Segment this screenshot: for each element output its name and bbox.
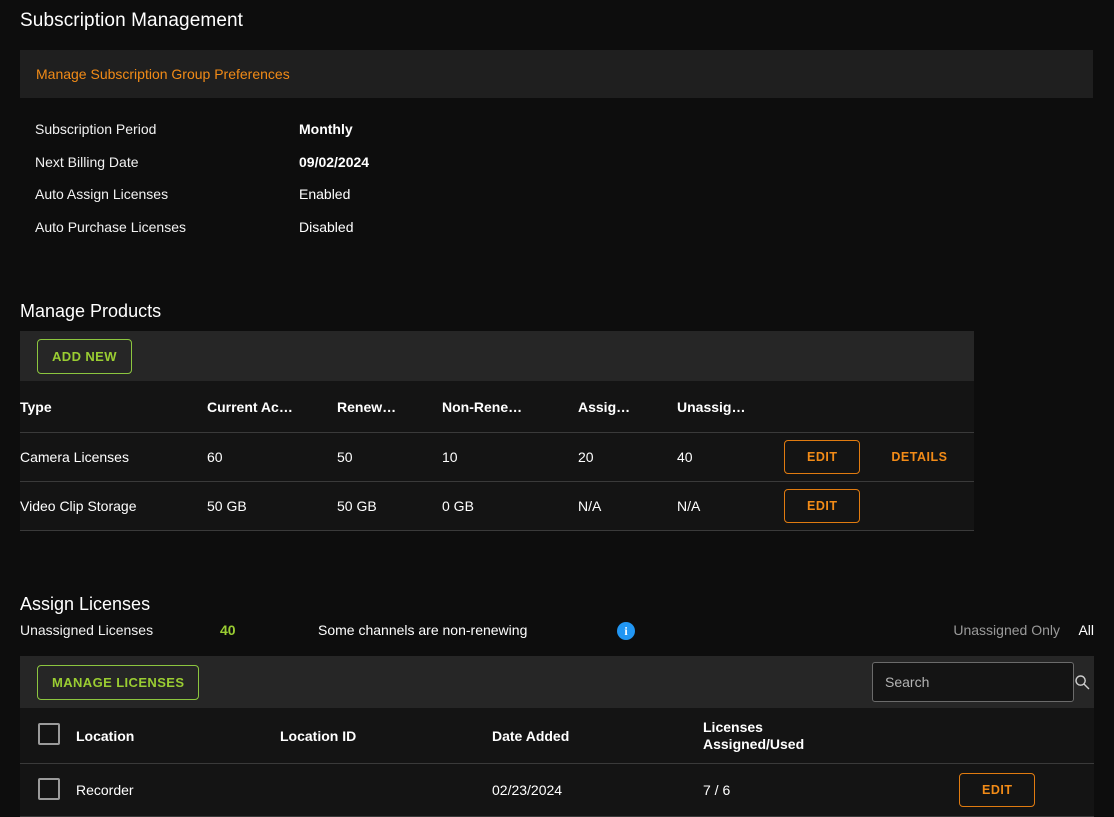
cell-licenses-assigned-used: 7 / 6 (703, 763, 959, 817)
cell-renewing: 50 GB (337, 481, 442, 531)
search-icon[interactable] (1074, 674, 1090, 690)
cell-assigned: N/A (578, 481, 677, 531)
unassigned-licenses-label: Unassigned Licenses (20, 622, 154, 638)
manage-products-toolbar: ADD NEW (20, 331, 974, 381)
cell-assigned: 20 (578, 432, 677, 482)
filter-unassigned-only[interactable]: Unassigned Only (953, 620, 1060, 640)
add-new-button[interactable]: ADD NEW (37, 338, 132, 374)
summary-label: Subscription Period (35, 121, 157, 138)
summary-value: Disabled (299, 218, 354, 235)
assign-licenses-heading: Assign Licenses (20, 594, 151, 614)
assign-licenses-table: Location Location ID Date Added Licenses… (20, 708, 1094, 817)
subscription-management-page: Subscription Management Manage Subscript… (0, 0, 1114, 817)
summary-row-auto-purchase-licenses: Auto Purchase Licenses Disabled (35, 211, 369, 244)
edit-button[interactable]: EDIT (959, 773, 1036, 807)
table-header-row: Type Current Ac… Renew… Non-Rene… Assig…… (20, 381, 974, 433)
summary-row-subscription-period: Subscription Period Monthly (35, 113, 369, 146)
column-header-location-id[interactable]: Location ID (280, 708, 492, 764)
cell-non-renewing: 0 GB (442, 481, 578, 531)
assign-licenses-toolbar: MANAGE LICENSES (20, 656, 1094, 708)
cell-current-active: 60 (207, 432, 337, 482)
non-renewing-note: Some channels are non-renewing (318, 622, 528, 638)
search-box[interactable] (872, 662, 1090, 702)
column-header-actions (959, 708, 1094, 764)
column-header-current-active[interactable]: Current Ac… (207, 381, 337, 433)
cell-non-renewing: 10 (442, 432, 578, 482)
row-checkbox-cell (20, 763, 76, 817)
search-input[interactable] (873, 674, 1074, 690)
select-all-checkbox-cell (20, 708, 76, 764)
filter-all[interactable]: All (1078, 620, 1094, 640)
subscription-summary: Subscription Period Monthly Next Billing… (35, 113, 369, 243)
column-header-non-renewing[interactable]: Non-Rene… (442, 381, 578, 433)
manage-products-heading: Manage Products (20, 301, 162, 321)
cell-current-active: 50 GB (207, 481, 337, 531)
cell-date-added: 02/23/2024 (492, 763, 703, 817)
details-link[interactable]: DETAILS (891, 450, 947, 464)
subscription-preferences-banner: Manage Subscription Group Preferences (20, 50, 1093, 98)
table-row: Recorder 02/23/2024 7 / 6 EDIT (20, 763, 1094, 817)
summary-value: 09/02/2024 (299, 153, 370, 170)
column-header-assigned[interactable]: Assig… (578, 381, 677, 433)
cell-actions: EDIT (784, 481, 974, 531)
column-header-type[interactable]: Type (20, 381, 207, 433)
page-title: Subscription Management (20, 10, 244, 31)
summary-row-next-billing-date: Next Billing Date 09/02/2024 (35, 146, 369, 179)
summary-value: Monthly (299, 121, 353, 138)
unassigned-licenses-strip: Unassigned Licenses 40 Some channels are… (20, 620, 1094, 642)
column-header-actions (784, 381, 974, 433)
cell-type: Video Clip Storage (20, 481, 207, 531)
table-header-row: Location Location ID Date Added Licenses… (20, 708, 1094, 764)
table-row: Video Clip Storage 50 GB 50 GB 0 GB N/A … (20, 481, 974, 531)
cell-actions: EDIT (959, 763, 1094, 817)
unassigned-licenses-count: 40 (220, 622, 236, 638)
edit-button[interactable]: EDIT (784, 440, 861, 474)
cell-location-id (280, 763, 492, 817)
cell-unassigned: 40 (677, 432, 784, 482)
edit-button[interactable]: EDIT (784, 489, 861, 523)
summary-value: Enabled (299, 186, 351, 203)
cell-unassigned: N/A (677, 481, 784, 531)
cell-renewing: 50 (337, 432, 442, 482)
manage-products-table: Type Current Ac… Renew… Non-Rene… Assig…… (20, 381, 974, 531)
summary-row-auto-assign-licenses: Auto Assign Licenses Enabled (35, 178, 369, 211)
manage-licenses-button[interactable]: MANAGE LICENSES (37, 664, 200, 700)
column-header-location[interactable]: Location (76, 708, 280, 764)
summary-label: Next Billing Date (35, 153, 139, 170)
select-all-checkbox[interactable] (38, 723, 60, 745)
cell-actions: EDIT DETAILS (784, 432, 974, 482)
cell-location: Recorder (76, 763, 280, 817)
licenses-header-line-1: Licenses (703, 718, 763, 735)
column-header-renewing[interactable]: Renew… (337, 381, 442, 433)
column-header-unassigned[interactable]: Unassig… (677, 381, 784, 433)
column-header-licenses-assigned-used[interactable]: Licenses Assigned/Used (703, 708, 959, 764)
table-row: Camera Licenses 60 50 10 20 40 EDIT DETA… (20, 432, 974, 482)
cell-type: Camera Licenses (20, 432, 207, 482)
summary-label: Auto Assign Licenses (35, 186, 169, 203)
column-header-date-added[interactable]: Date Added (492, 708, 703, 764)
manage-subscription-group-preferences-link[interactable]: Manage Subscription Group Preferences (36, 66, 290, 82)
summary-label: Auto Purchase Licenses (35, 218, 186, 235)
licenses-header-line-2: Assigned/Used (703, 735, 805, 752)
info-icon[interactable]: i (617, 622, 635, 640)
row-select-checkbox[interactable] (38, 777, 60, 800)
